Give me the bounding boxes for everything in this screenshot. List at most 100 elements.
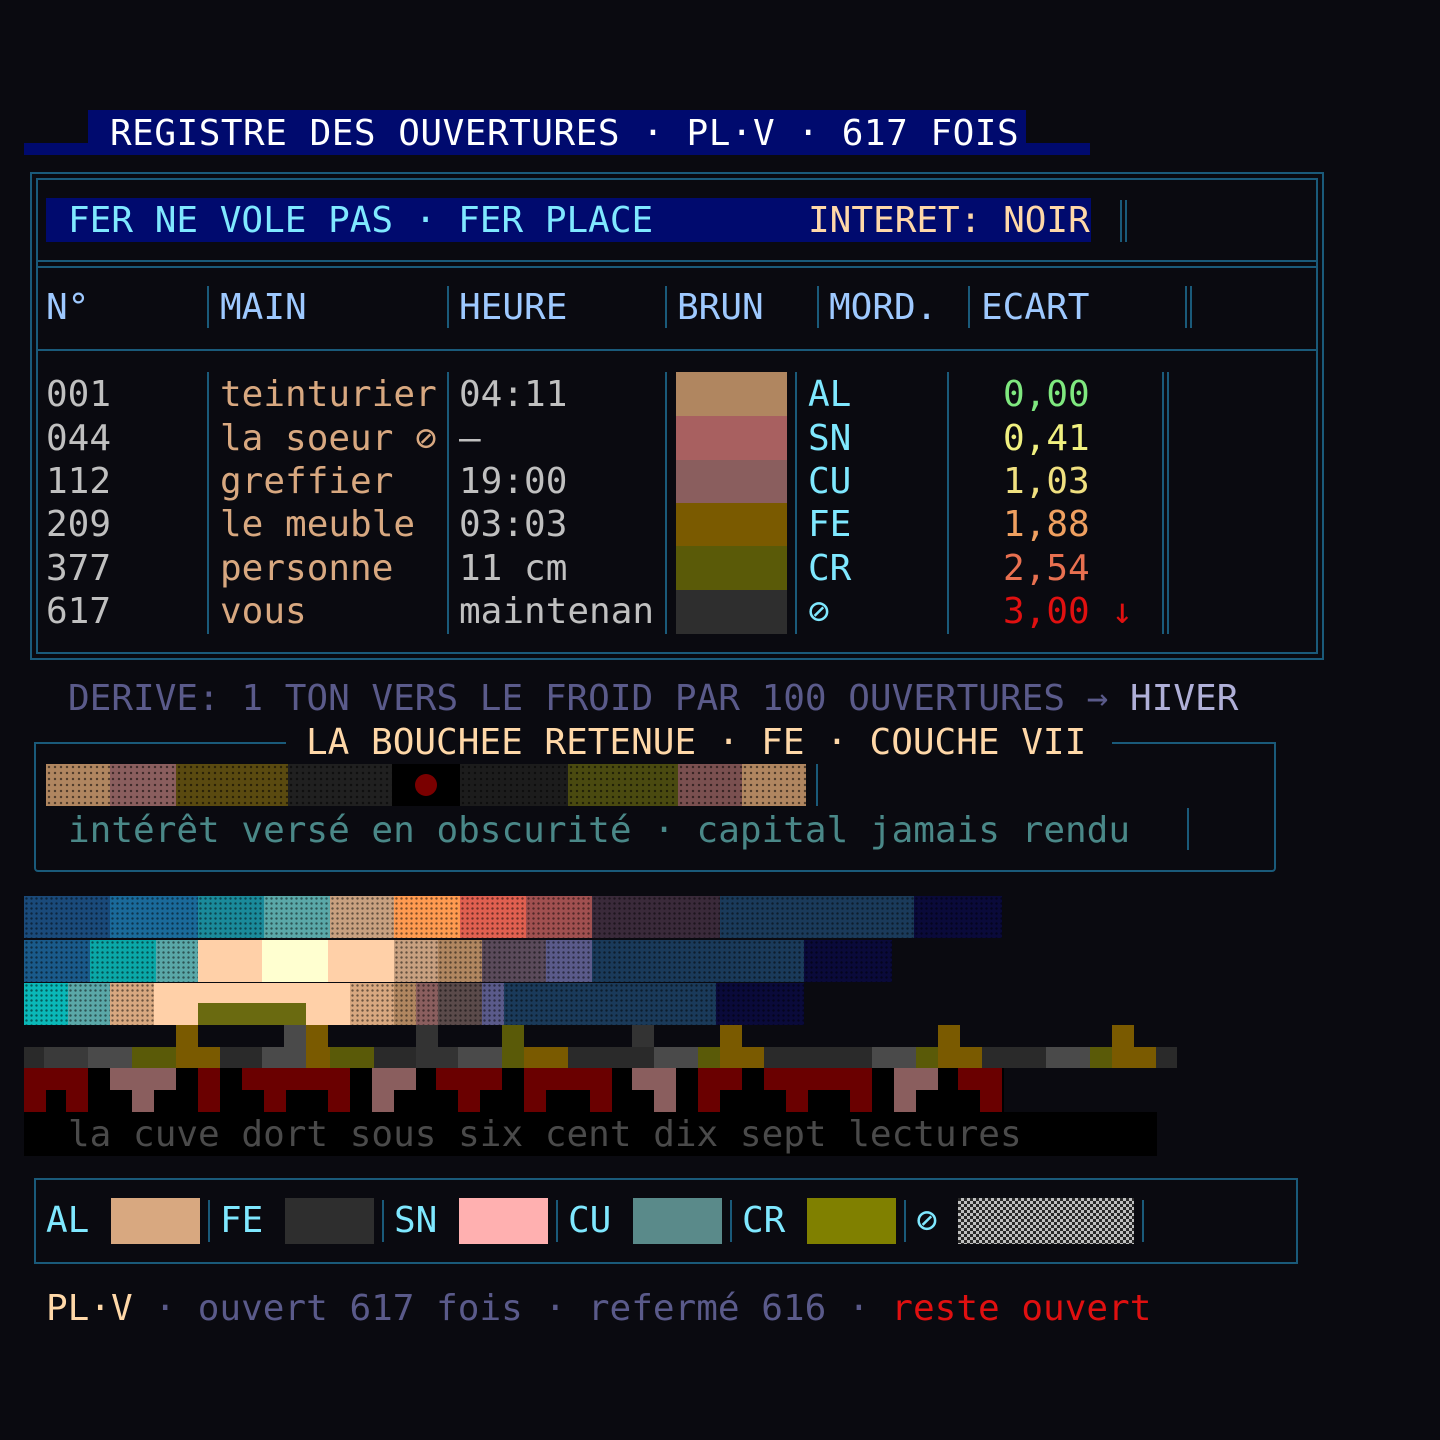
pixel: [110, 1068, 176, 1090]
pixel: [524, 1047, 568, 1068]
pixel: [110, 983, 154, 1025]
cell-hand: la soeur ⊘: [220, 418, 437, 459]
pixel: [372, 1068, 416, 1090]
pixel: [350, 983, 394, 1025]
cell-time: maintenan: [459, 591, 655, 632]
pixel: [44, 1047, 88, 1068]
pixel: [198, 1003, 306, 1025]
legend-swatch: [633, 1198, 722, 1244]
pixel: [198, 1090, 220, 1112]
col-header-heure: HEURE: [459, 287, 568, 328]
pixel: [654, 1047, 698, 1068]
cell-time: 19:00: [459, 461, 568, 502]
cell-hand: personne: [220, 548, 394, 589]
legend-sep: [1142, 1200, 1144, 1242]
pixel: [980, 1090, 1002, 1112]
brun-swatch: [676, 372, 787, 416]
legend-sep: [208, 1200, 210, 1242]
divider: [36, 349, 1318, 351]
col-sep: [1190, 286, 1192, 328]
legend-label: SN: [394, 1200, 438, 1241]
pixel: [90, 940, 156, 982]
pixel: [524, 1068, 612, 1090]
bouchee-title: LA BOUCHEE RETENUE · FE · COUCHE VII: [286, 722, 1107, 763]
legend-swatch: [807, 1198, 896, 1244]
cell-hand: teinturier: [220, 374, 437, 415]
pixel: [632, 1068, 676, 1090]
pixel: [1112, 1025, 1134, 1047]
brun-swatch: [676, 460, 787, 504]
pixel: [66, 1068, 88, 1090]
brun-swatch: [676, 590, 787, 634]
cell-mord: ⊘: [808, 591, 830, 632]
pixel: [894, 1068, 938, 1090]
dither-block: [678, 764, 742, 806]
pixel: [526, 896, 592, 938]
pixel: [632, 1025, 654, 1047]
legend-swatch: [459, 1198, 548, 1244]
dither-block: [288, 764, 392, 806]
pixel: [156, 940, 198, 982]
cell-hand: vous: [220, 591, 307, 632]
cell-time: 11 cm: [459, 548, 568, 589]
pixel: [592, 940, 804, 982]
dither-block: [742, 764, 806, 806]
pixel: [1112, 1047, 1156, 1068]
pixel: [914, 896, 1002, 938]
dither-block: [460, 764, 568, 806]
col-sep: [447, 286, 449, 328]
col-sep: [968, 286, 970, 328]
pixel: [716, 983, 804, 1025]
dither-block: [568, 764, 678, 806]
legend-sep: [730, 1200, 732, 1242]
banner-sep: [1120, 200, 1122, 242]
col-sep: [207, 372, 209, 634]
pixel: [458, 1090, 480, 1112]
cell-hand: greffier: [220, 461, 394, 502]
cell-num: 001: [46, 374, 112, 415]
banner-right: INTERET: NOIR: [808, 200, 1090, 241]
pixel: [764, 1068, 872, 1090]
pixel: [654, 1090, 676, 1112]
divider: [36, 266, 1318, 268]
footer-status: reste ouvert: [891, 1288, 1152, 1329]
col-header-main: MAIN: [220, 287, 307, 328]
caption-sep: [1187, 808, 1189, 850]
legend-label: CU: [568, 1200, 612, 1241]
col-sep: [1162, 372, 1164, 634]
cell-mord: CR: [808, 548, 852, 589]
bouchee-top-left: [34, 742, 286, 744]
cell-time: —: [459, 418, 481, 459]
cell-num: 209: [46, 504, 112, 545]
dither-block: [46, 764, 110, 806]
col-sep: [1185, 286, 1187, 328]
pixel: [416, 1047, 460, 1068]
banner-sep-2: [1125, 200, 1127, 242]
pixel: [264, 896, 330, 938]
brun-swatch: [676, 546, 787, 590]
cell-num: 617: [46, 591, 112, 632]
banner-left: FER NE VOLE PAS · FER PLACE: [68, 200, 654, 241]
cell-hand: le meuble: [220, 504, 416, 545]
brun-swatch: [676, 416, 787, 460]
drift-text: DERIVE: 1 TON VERS LE FROID PAR 100 OUVE…: [68, 678, 1109, 719]
col-sep: [665, 286, 667, 328]
pixel: [1046, 1047, 1090, 1068]
col-sep: [795, 372, 797, 634]
col-sep: [947, 372, 949, 634]
drift-line: DERIVE: 1 TON VERS LE FROID PAR 100 OUVE…: [68, 678, 1238, 719]
pixel: [330, 1047, 374, 1068]
pixel: [24, 940, 90, 982]
pixel: [24, 983, 68, 1025]
legend-label: AL: [46, 1200, 90, 1241]
pixel: [958, 1068, 1002, 1090]
pixel: [242, 1068, 350, 1090]
col-sep: [447, 372, 449, 634]
legend-label: FE: [220, 1200, 264, 1241]
pixel: [328, 940, 394, 982]
pixel: [786, 1090, 808, 1112]
pixel: [176, 1047, 220, 1068]
cuve-label: la cuve dort sous six cent dix sept lect…: [68, 1114, 1022, 1155]
cell-num: 112: [46, 461, 112, 502]
pixel: [438, 983, 482, 1025]
